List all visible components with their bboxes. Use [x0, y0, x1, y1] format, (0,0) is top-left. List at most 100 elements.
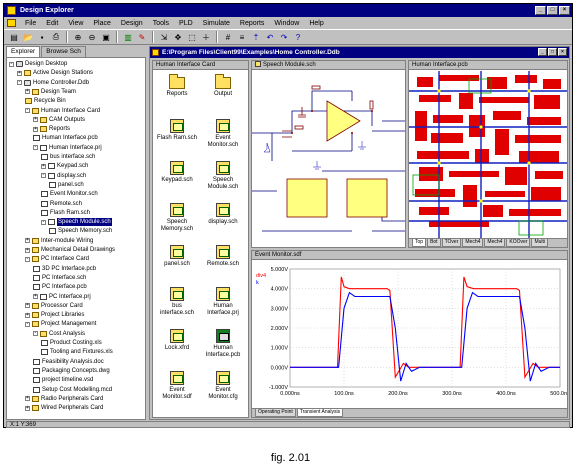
file-item[interactable]: display.sch [203, 203, 243, 226]
collapse-icon[interactable]: - [41, 173, 46, 179]
tree-item[interactable]: Human Interface.pcb [33, 134, 98, 142]
file-item[interactable]: Remote.sch [203, 245, 243, 268]
cross-icon[interactable]: ＋ [200, 31, 212, 43]
pcb-layer-tab[interactable]: Mech4 [462, 239, 484, 247]
collapse-icon[interactable]: - [25, 108, 30, 113]
tree-item[interactable]: - Speech Module.sch [41, 218, 112, 227]
save-icon[interactable]: ▪ [36, 31, 48, 43]
select-icon[interactable]: ⇲ [158, 31, 170, 43]
waveform-chart[interactable]: 5.000V4.000V3.000V2.000V1.000V0.000V-1.0… [252, 261, 568, 409]
tree-item[interactable]: - display.sch [41, 172, 86, 180]
tree-item[interactable]: + Design Team [25, 88, 76, 96]
file-item[interactable]: panel.sch [157, 245, 197, 268]
file-item[interactable]: Event Monitor.sch [203, 119, 243, 149]
expand-icon[interactable]: + [33, 126, 38, 132]
tree-item[interactable]: + Keypad.sch [41, 162, 88, 170]
file-item[interactable]: Event Monitor.sdf [157, 371, 197, 401]
minimize-button[interactable]: _ [535, 6, 546, 15]
file-item[interactable]: Flash Ram.sch [157, 119, 197, 142]
tree-item[interactable]: Feasibility Analysis.doc [33, 358, 104, 366]
system-menu-icon[interactable] [7, 19, 16, 27]
menu-tools[interactable]: Tools [148, 20, 174, 27]
menu-pld[interactable]: PLD [174, 20, 198, 27]
tree-item[interactable]: - Design Desktop [9, 60, 67, 68]
file-item[interactable]: Event Monitor.cfg [203, 371, 243, 401]
sim-tab[interactable]: Transient Analysis [296, 409, 344, 417]
zoom-fit-icon[interactable]: ▣ [100, 31, 112, 43]
pcb-layout[interactable] [409, 71, 568, 239]
menu-design[interactable]: Design [116, 20, 148, 27]
tree-item[interactable]: + Processor Card [25, 302, 83, 310]
move-icon[interactable]: ✥ [172, 31, 184, 43]
folder-item[interactable]: Output [203, 74, 243, 98]
deselect-icon[interactable]: ⬚ [186, 31, 198, 43]
collapse-icon[interactable]: - [41, 219, 46, 225]
collapse-icon[interactable]: - [25, 321, 30, 327]
hierarchy-icon[interactable]: ▥ [122, 31, 134, 43]
file-item[interactable]: Speech Module.sch [203, 161, 243, 191]
tree-item[interactable]: + CAM Outputs [33, 116, 85, 124]
tree-item[interactable]: project timeline.vsd [33, 376, 93, 384]
close-button[interactable]: × [559, 6, 570, 15]
schematic-drawing[interactable] [252, 71, 406, 248]
tree-item[interactable]: Event Monitor.sch [41, 190, 98, 198]
expand-icon[interactable]: + [17, 70, 22, 76]
tree-item[interactable]: panel.sch [49, 181, 84, 189]
redo-icon[interactable]: ↷ [278, 31, 290, 43]
list-icon[interactable]: ≡ [236, 31, 248, 43]
collapse-icon[interactable]: - [17, 80, 22, 86]
tree-item[interactable]: + Project Libraries [25, 311, 84, 319]
expand-icon[interactable]: + [25, 238, 30, 244]
tree-item[interactable]: 3D PC Interface.pcb [33, 265, 96, 273]
file-item[interactable]: Human Interface.prj [203, 287, 243, 317]
doc-minimize-button[interactable]: _ [538, 48, 547, 56]
tree-item[interactable]: + PC Interface.prj [33, 293, 91, 301]
tree-item[interactable]: Setup Cost Modelling.mcd [33, 386, 112, 394]
pcb-layer-tab[interactable]: TOver [441, 239, 462, 247]
tree-item[interactable]: Flash Ram.sch [41, 209, 90, 217]
doc-maximize-button[interactable]: □ [548, 48, 557, 56]
expand-icon[interactable]: + [25, 405, 30, 411]
tree-item[interactable]: Tooling and Fixtures.xls [41, 348, 113, 356]
file-item[interactable]: Lock.xfrd [157, 329, 197, 352]
pcb-layer-tab[interactable]: Bot [427, 239, 441, 247]
tree-item[interactable]: - Cost Analysis [33, 330, 85, 338]
tree-item[interactable]: - Project Management [25, 320, 96, 328]
grid-icon[interactable]: # [222, 31, 234, 43]
sim-tab[interactable]: Operating Point [255, 409, 296, 417]
expand-icon[interactable]: + [33, 294, 38, 299]
pcb-layer-tab[interactable]: Mech4 [484, 239, 506, 247]
menu-reports[interactable]: Reports [235, 20, 270, 27]
expand-icon[interactable]: + [25, 303, 30, 309]
menu-help[interactable]: Help [304, 20, 328, 27]
undo-icon[interactable]: ↶ [264, 31, 276, 43]
doc-close-button[interactable]: × [558, 48, 567, 56]
pcb-layer-tab[interactable]: Multi [531, 239, 549, 247]
menu-place[interactable]: Place [88, 20, 116, 27]
collapse-icon[interactable]: - [33, 145, 38, 151]
tree-item[interactable]: PC Interface.pcb [33, 283, 87, 291]
folder-item[interactable]: Reports [157, 74, 197, 98]
tree-item[interactable]: - Home Controller.Ddb [17, 79, 89, 87]
menu-window[interactable]: Window [269, 20, 304, 27]
expand-icon[interactable]: + [41, 163, 46, 169]
tree-item[interactable]: bus interface.sch [41, 153, 95, 161]
file-item[interactable]: Keypad.sch [157, 161, 197, 184]
expand-icon[interactable]: + [25, 312, 30, 318]
zoom-out-icon[interactable]: ⊖ [86, 31, 98, 43]
menu-simulate[interactable]: Simulate [198, 20, 235, 27]
tree-item[interactable]: - PC Interface Card [25, 255, 89, 263]
collapse-icon[interactable]: - [9, 61, 14, 67]
tree-item[interactable]: Packaging Concepts.dwg [33, 367, 110, 375]
tree-item[interactable]: Recycle Bin [25, 97, 66, 105]
expand-icon[interactable]: + [25, 396, 30, 402]
collapse-icon[interactable]: - [25, 256, 30, 262]
print-icon[interactable]: ⎙ [50, 31, 62, 43]
tab-explorer[interactable]: Explorer [6, 46, 41, 57]
explorer-toggle-icon[interactable]: ▤ [8, 31, 20, 43]
pcb-layer-tab[interactable]: KOOver [506, 239, 531, 247]
expand-icon[interactable]: + [25, 247, 30, 253]
tree-item[interactable]: - Human Interface Card [25, 107, 100, 115]
tree-item[interactable]: Remote.sch [41, 200, 82, 208]
expand-icon[interactable]: + [25, 89, 30, 95]
